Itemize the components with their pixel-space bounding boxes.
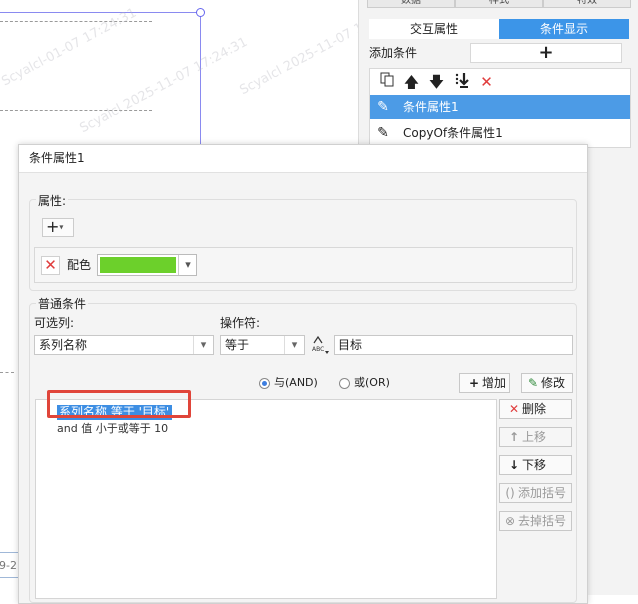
column-select[interactable]: 系列名称 ▾ (34, 335, 214, 355)
edit-pencil-icon: ✎ (377, 125, 389, 141)
add-button[interactable]: + 增加 (459, 373, 510, 393)
add-button-label: 增加 (482, 376, 507, 390)
color-swatch (100, 257, 176, 273)
radio-and[interactable]: 与(AND) (259, 375, 318, 391)
column-select-value: 系列名称 (39, 338, 88, 352)
attribute-name: 配色 (67, 258, 92, 272)
modify-button-label: 修改 (541, 376, 566, 390)
condition-item[interactable]: ✎ CopyOf条件属性1 (370, 121, 630, 145)
move-up-button[interactable]: ↑ 上移 (499, 427, 572, 447)
property-tabs: 交互属性 条件显示 (369, 19, 629, 39)
delete-button[interactable]: ✕ 删除 (499, 399, 572, 419)
top-tabs: 数据 样式 特效 (367, 0, 631, 8)
resize-handle[interactable] (196, 8, 205, 17)
grid-line (0, 372, 14, 373)
bracket-icon: () (505, 486, 515, 500)
remove-bracket-icon: ⊗ (504, 514, 516, 528)
condition-expression-area[interactable]: 系列名称 等于 '目标' and 值 小于或等于 10 (35, 399, 497, 599)
radio-button[interactable] (259, 377, 270, 389)
condition-value-input[interactable]: 目标 (334, 335, 573, 355)
delete-icon[interactable]: ✕ (474, 72, 499, 92)
tab-interaction[interactable]: 交互属性 (369, 19, 499, 39)
condition-item-label: CopyOf条件属性1 (403, 126, 503, 140)
watermark: Scyalcl 2025-11-07 17:24:31 (237, 0, 358, 99)
delete-button-label: 删除 (522, 402, 547, 416)
add-attribute-button[interactable]: +▾ (42, 218, 74, 237)
arrow-down-icon[interactable]: 🡇 (424, 72, 449, 92)
add-bracket-button[interactable]: () 添加括号 (499, 483, 572, 503)
arrow-up-icon: ↑ (508, 430, 520, 444)
operator-select[interactable]: 等于 ▾ (220, 335, 305, 355)
color-picker[interactable]: ▾ (97, 254, 197, 276)
tab-data[interactable]: 数据 (367, 0, 455, 8)
move-down-button[interactable]: ↓ 下移 (499, 455, 572, 475)
arrow-down-icon: ↓ (508, 458, 520, 472)
condition-list: 🡅 🡇 ✕ ✎ 条件属性1 ✎ CopyOf条件属性1 (369, 68, 631, 148)
move-bottom-icon[interactable] (449, 72, 474, 92)
condition-attribute-dialog: 条件属性1 属性: +▾ ✕ 配色 ▾ 普通条件 可选列: 系列名称 ▾ 操作符… (18, 144, 588, 604)
operator-select-value: 等于 (225, 338, 250, 352)
remove-bracket-button[interactable]: ⊗ 去掉括号 (499, 511, 572, 531)
tab-style[interactable]: 样式 (455, 0, 543, 8)
condition-item[interactable]: ✎ 条件属性1 (370, 95, 630, 119)
chevron-down-icon: ▾ (284, 336, 304, 354)
svg-text:ABC: ABC (312, 346, 324, 353)
chevron-down-icon: ▾ (59, 222, 64, 232)
condition-group-label: 普通条件 (36, 295, 89, 312)
condition-line[interactable]: and 值 小于或等于 10 (57, 422, 168, 436)
radio-or-label: 或(OR) (354, 376, 390, 389)
tab-condition-display[interactable]: 条件显示 (499, 19, 629, 39)
remove-bracket-button-label: 去掉括号 (518, 514, 567, 528)
modify-icon: ✎ (527, 376, 539, 390)
condition-line-selected[interactable]: 系列名称 等于 '目标' (57, 405, 173, 420)
column-label: 可选列: (34, 316, 75, 330)
chevron-down-icon: ▾ (193, 336, 213, 354)
move-down-button-label: 下移 (522, 458, 547, 472)
add-bracket-button-label: 添加括号 (518, 486, 567, 500)
add-condition-label: 添加条件 (369, 46, 418, 60)
move-up-button-label: 上移 (522, 430, 547, 444)
arrow-up-icon[interactable]: 🡅 (399, 72, 424, 92)
plus-icon: + (468, 376, 480, 390)
copy-icon[interactable] (374, 72, 399, 92)
radio-button[interactable] (339, 377, 350, 389)
chevron-down-icon[interactable]: ▾ (178, 255, 197, 275)
edit-pencil-icon: ✎ (377, 99, 389, 115)
add-condition-button[interactable]: + (470, 43, 622, 63)
radio-and-label: 与(AND) (274, 376, 318, 389)
modify-button[interactable]: ✎ 修改 (521, 373, 573, 393)
dialog-title: 条件属性1 (19, 145, 587, 173)
plus-icon: + (46, 217, 60, 236)
tab-effect[interactable]: 特效 (543, 0, 631, 8)
condition-toolbar: 🡅 🡇 ✕ (374, 72, 499, 92)
formula-abc-icon[interactable]: ABC (311, 335, 329, 355)
radio-or[interactable]: 或(OR) (339, 375, 390, 391)
attribute-row: ✕ 配色 ▾ (34, 247, 573, 283)
remove-attribute-icon[interactable]: ✕ (41, 256, 60, 275)
delete-icon: ✕ (508, 402, 520, 416)
attribute-group-label: 属性: (36, 192, 69, 209)
operator-label: 操作符: (220, 316, 261, 330)
condition-item-label: 条件属性1 (403, 100, 459, 114)
